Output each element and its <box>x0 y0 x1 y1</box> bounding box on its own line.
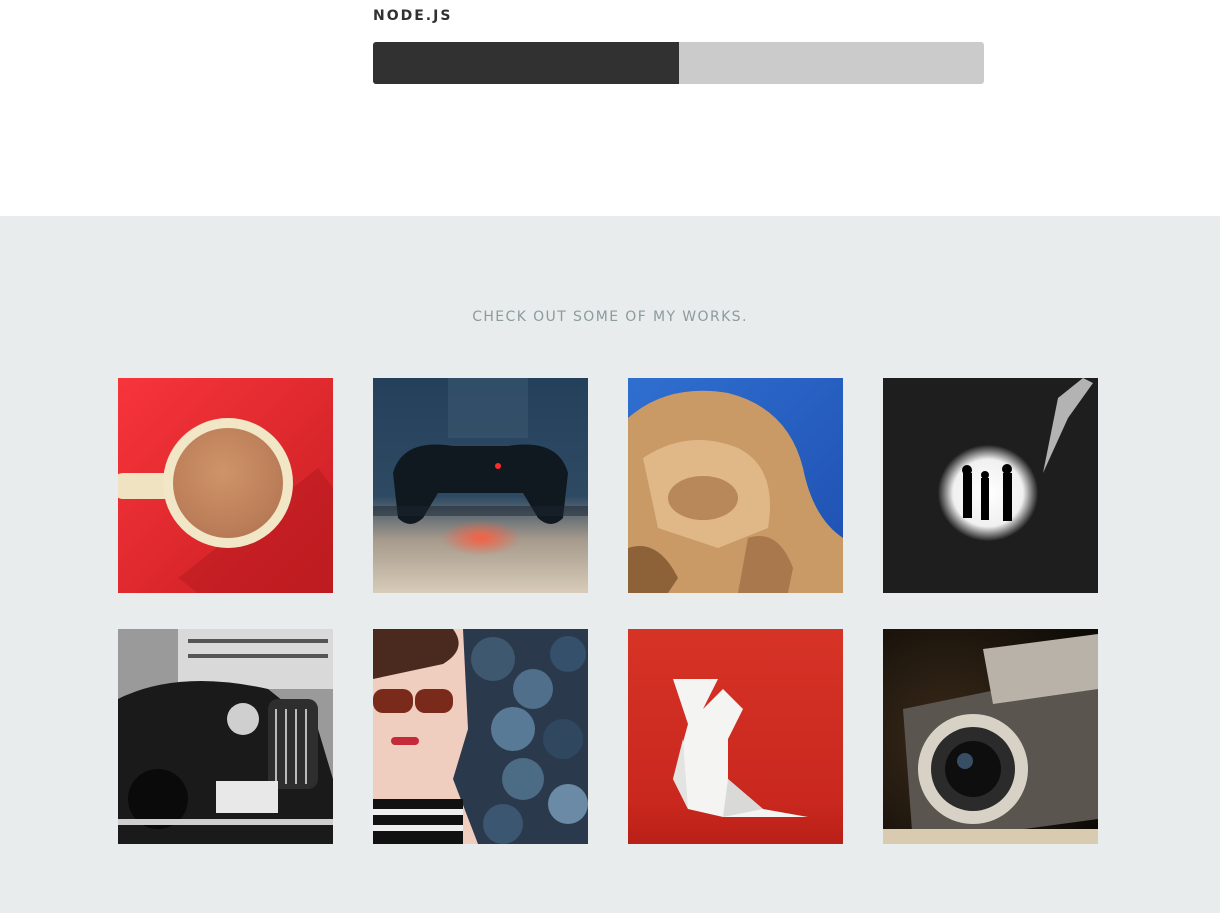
portfolio-item-woman-sunglasses[interactable] <box>373 629 588 844</box>
tunnel-silhouettes-image <box>883 378 1098 593</box>
lion-statue-image <box>628 378 843 593</box>
portfolio-item-origami-bird[interactable] <box>628 629 843 844</box>
skill-progress-fill <box>373 42 679 84</box>
portfolio-grid <box>118 378 1098 844</box>
coffee-cup-image <box>118 378 333 593</box>
portfolio-item-retro-camera[interactable] <box>883 629 1098 844</box>
works-section: CHECK OUT SOME OF MY WORKS. <box>0 216 1220 913</box>
portfolio-item-lion-statue[interactable] <box>628 378 843 593</box>
portfolio-item-vintage-car[interactable] <box>118 629 333 844</box>
game-controller-image <box>373 378 588 593</box>
woman-sunglasses-image <box>373 629 588 844</box>
origami-bird-image <box>628 629 843 844</box>
portfolio-item-coffee-cup[interactable] <box>118 378 333 593</box>
retro-camera-image <box>883 629 1098 844</box>
portfolio-item-game-controller[interactable] <box>373 378 588 593</box>
works-heading: CHECK OUT SOME OF MY WORKS. <box>472 309 748 325</box>
vintage-car-image <box>118 629 333 844</box>
skill-label: NODE.JS <box>373 8 453 24</box>
skill-progress-bar <box>373 42 984 84</box>
portfolio-item-tunnel[interactable] <box>883 378 1098 593</box>
skills-section: NODE.JS <box>0 0 1220 216</box>
